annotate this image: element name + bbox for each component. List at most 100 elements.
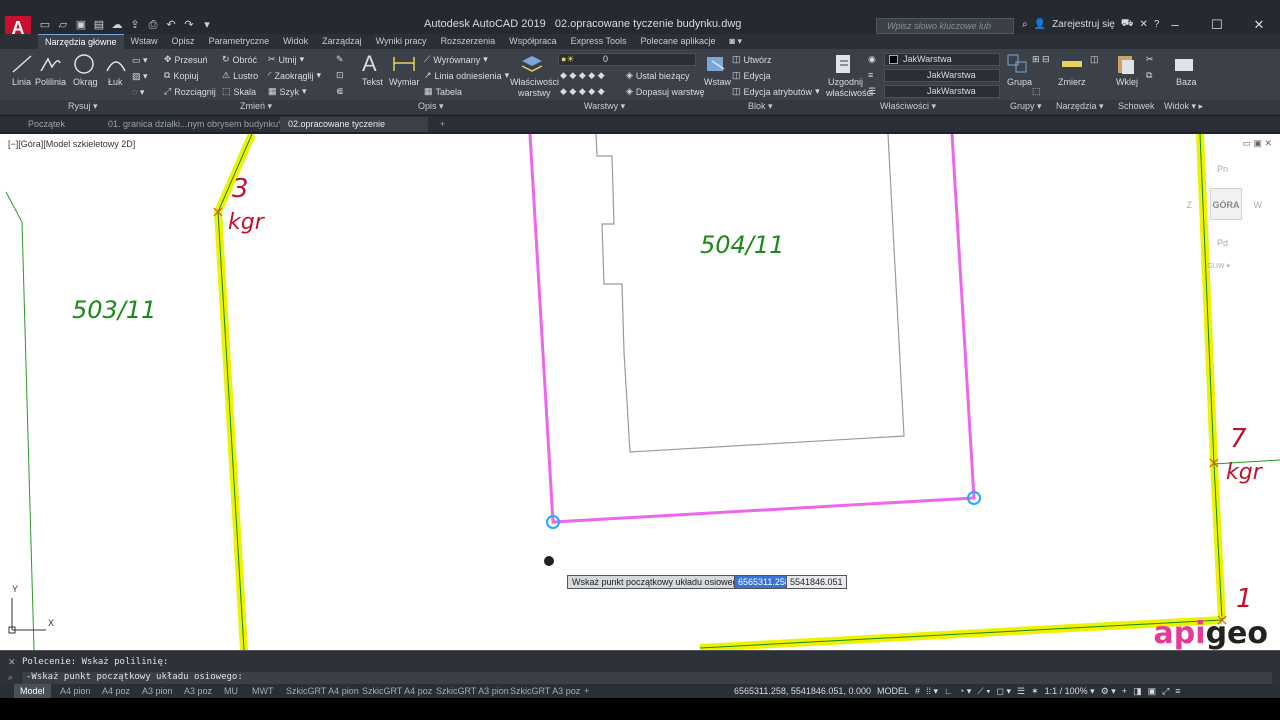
text-icon[interactable]: A	[362, 51, 377, 77]
cmd-search-icon[interactable]: ⌕	[8, 672, 13, 683]
model-space-toggle[interactable]: MODEL	[877, 686, 909, 696]
print-icon[interactable]: ⎙	[146, 19, 160, 31]
edit-attributes-button[interactable]: ◫ Edycja atrybutów ▾	[732, 86, 820, 97]
viewcube-north[interactable]: Pn	[1217, 164, 1228, 174]
file-tab-01[interactable]: 01. granica działki...nym obrysem budynk…	[100, 117, 290, 132]
hatch-tool-icon[interactable]: ▨ ▾	[132, 71, 148, 82]
scale-button[interactable]: ⬚ Skala	[222, 86, 256, 97]
layout-tab-szkic-a4-poz[interactable]: SzkicGRT A4 poz	[356, 684, 438, 698]
cloud-save-icon[interactable]: ⇪	[128, 19, 142, 31]
add-layout-icon[interactable]: +	[578, 684, 595, 698]
tab-output[interactable]: Wyniki pracy	[369, 34, 434, 49]
viewport-controls-label[interactable]: [−][Góra][Model szkieletowy 2D]	[8, 139, 135, 149]
draw-more-icon[interactable]: ◌ ▾	[132, 87, 144, 98]
isolate-icon[interactable]: ◨	[1133, 686, 1142, 697]
set-current-button[interactable]: ◈ Ustal bieżący	[626, 70, 689, 81]
edit-block-button[interactable]: ◫ Edycja	[732, 70, 771, 81]
grid-icon[interactable]: #	[915, 686, 920, 696]
insert-button[interactable]: Wstaw	[704, 77, 731, 87]
isodraft-icon[interactable]: ⟋ ▾	[977, 686, 990, 697]
erase-icon[interactable]: ✎	[336, 54, 344, 65]
linetype-icon[interactable]: ≡	[868, 70, 873, 80]
text-button[interactable]: Tekst	[362, 77, 383, 87]
match-properties-icon[interactable]	[832, 53, 856, 75]
polyline-icon[interactable]	[38, 53, 62, 75]
tab-collaborate[interactable]: Współpraca	[502, 34, 564, 49]
aligned-dim-button[interactable]: ⟋ Wyrównany ▾	[424, 54, 488, 65]
layout-tab-mu[interactable]: MU	[218, 684, 244, 698]
viewport-window-controls[interactable]: ▭ ▣ ✕	[1242, 138, 1272, 149]
layer-tools-2-icon[interactable]: ◆ ◆ ◆ ◆ ◆	[560, 86, 605, 97]
leader-button[interactable]: ↗ Linia odniesienia ▾	[424, 70, 509, 81]
dimension-button[interactable]: Wymiar	[389, 77, 419, 87]
layout-tab-model[interactable]: Model	[14, 684, 51, 698]
paste-button[interactable]: Wklej	[1116, 77, 1138, 87]
panel-view-label[interactable]: Widok ▾ ▸	[1164, 101, 1203, 112]
layout-tab-szkic-a4-pion[interactable]: SzkicGRT A4 pion	[280, 684, 365, 698]
move-button[interactable]: ✥ Przesuń	[164, 54, 208, 65]
panel-modify-label[interactable]: Zmień ▾	[240, 101, 272, 112]
group-icon[interactable]	[1006, 53, 1030, 75]
insert-block-icon[interactable]	[704, 53, 728, 75]
layer-properties-icon[interactable]	[520, 53, 544, 75]
panel-layers-label[interactable]: Warstwy ▾	[584, 101, 625, 112]
save-as-icon[interactable]: ▤	[92, 19, 106, 31]
lineweight-toggle-icon[interactable]: ☰	[1017, 686, 1025, 697]
color-wheel-icon[interactable]: ◉	[868, 54, 876, 65]
linetype-dropdown[interactable]: JakWarstwa	[884, 69, 1000, 82]
customize-dropdown-icon[interactable]: ▾	[200, 19, 214, 31]
create-block-button[interactable]: ◫ Utwórz	[732, 54, 772, 65]
circle-button[interactable]: Okrąg	[73, 77, 98, 87]
cloud-open-icon[interactable]: ☁	[110, 19, 124, 31]
stretch-button[interactable]: ⤢ Rozciągnij	[164, 86, 216, 97]
panel-draw-label[interactable]: Rysuj ▾	[68, 101, 98, 112]
base-view-icon[interactable]	[1172, 53, 1196, 75]
annotation-icon[interactable]: ✶	[1031, 686, 1039, 697]
tab-insert[interactable]: Wstaw	[124, 34, 165, 49]
signin-link[interactable]: Zarejestruj się	[1052, 19, 1115, 30]
minimize-icon[interactable]: –	[1154, 17, 1196, 33]
cut-icon[interactable]: ✂	[1146, 54, 1154, 65]
undo-icon[interactable]: ↶	[164, 19, 178, 31]
line-icon[interactable]	[10, 53, 34, 75]
ucs-menu[interactable]: GUW ▾	[1207, 262, 1230, 270]
rotate-button[interactable]: ↻ Obróć	[222, 54, 257, 65]
viewcube-east[interactable]: W	[1254, 200, 1263, 210]
arc-button[interactable]: Łuk	[108, 77, 123, 87]
search-input[interactable]: Wpisz słowo kluczowe lub frazę	[876, 18, 1014, 45]
layout-tab-mwt[interactable]: MWT	[246, 684, 280, 698]
offset-icon[interactable]: ⋐	[336, 86, 344, 97]
panel-properties-label[interactable]: Właściwości ▾	[880, 101, 936, 112]
user-icon[interactable]: 👤	[1034, 19, 1046, 30]
line-button[interactable]: Linia	[12, 77, 31, 87]
explode-icon[interactable]: ⊡	[336, 70, 344, 81]
open-file-icon[interactable]: ▱	[56, 19, 70, 31]
utils-more-icon[interactable]: ◫	[1090, 54, 1099, 65]
snap-icon[interactable]: ⁞⁞ ▾	[926, 686, 938, 697]
color-dropdown[interactable]: JakWarstwa	[884, 53, 1000, 66]
mirror-button[interactable]: ⚠ Lustro	[222, 70, 258, 81]
tab-addins[interactable]: Rozszerzenia	[434, 34, 503, 49]
viewcube-south[interactable]: Pd	[1217, 238, 1228, 248]
coordinates-readout[interactable]: 6565311.258, 5541846.051, 0.000	[734, 686, 871, 696]
copy-button[interactable]: ⧉ Kopiuj	[164, 70, 198, 81]
annotation-scale[interactable]: 1:1 / 100% ▾	[1045, 686, 1095, 697]
customize-icon[interactable]: ≡	[1175, 686, 1180, 696]
layout-tab-szkic-a3-poz[interactable]: SzkicGRT A3 poz	[504, 684, 586, 698]
panel-utilities-label[interactable]: Narzędzia ▾	[1056, 101, 1104, 112]
panel-block-label[interactable]: Blok ▾	[748, 101, 773, 112]
measure-button[interactable]: Zmierz	[1058, 77, 1086, 87]
match-layer-button[interactable]: ◈ Dopasuj warstwę	[626, 86, 704, 97]
panel-groups-label[interactable]: Grupy ▾	[1010, 101, 1042, 112]
dynamic-input-y[interactable]: 5541846.051	[786, 575, 847, 589]
panel-clipboard-label[interactable]: Schowek	[1118, 101, 1155, 111]
arc-icon[interactable]	[104, 53, 128, 75]
panel-annotation-label[interactable]: Opis ▾	[418, 101, 444, 112]
lineweight-dropdown[interactable]: JakWarstwa	[884, 85, 1000, 98]
trim-button[interactable]: ✂ Utnij ▾	[268, 54, 304, 65]
rectangle-tool-icon[interactable]: ▭ ▾	[132, 55, 148, 66]
layout-tab-a3-pion[interactable]: A3 pion	[136, 684, 179, 698]
table-button[interactable]: ▦ Tabela	[424, 86, 462, 97]
polyline-button[interactable]: Polilinia	[35, 77, 66, 87]
new-tab-icon[interactable]: +	[432, 117, 453, 132]
